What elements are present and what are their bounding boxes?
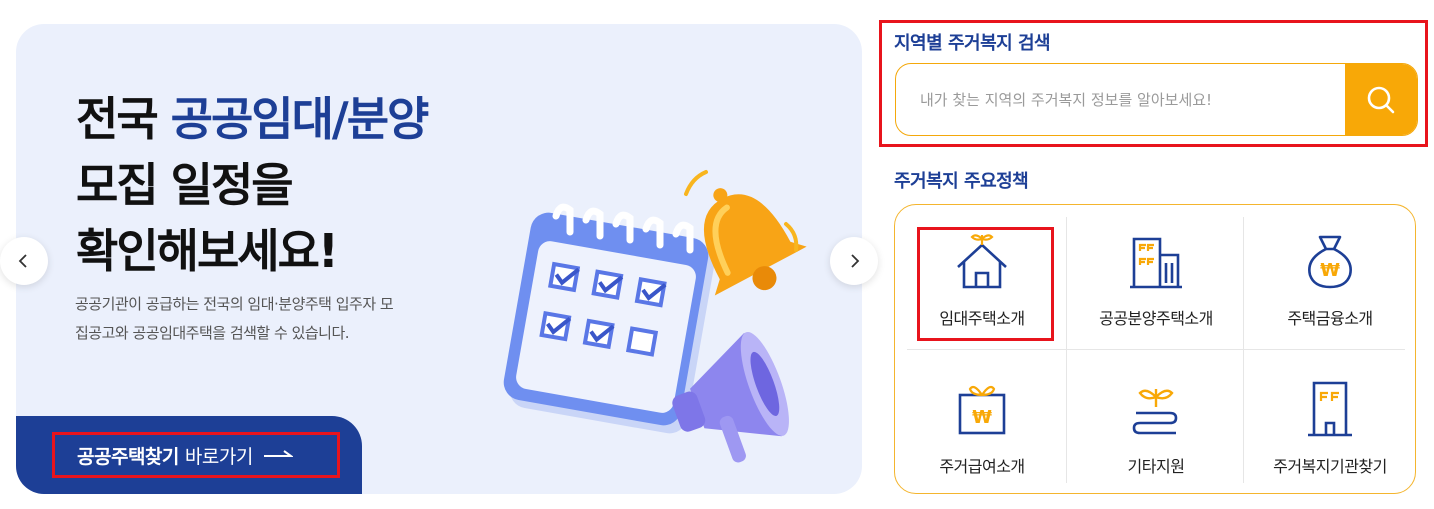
search-input[interactable]	[896, 64, 1344, 135]
headline-line-2: 모집 일정을	[76, 158, 294, 212]
headline-line-3: 확인해보세요!	[76, 224, 339, 278]
cta-link[interactable]: 공공주택찾기 바로가기	[52, 432, 340, 478]
headline-highlight: 공공임대/분양	[170, 92, 430, 146]
policy-label: 임대주택소개	[939, 309, 1025, 328]
policy-section-title: 주거복지 주요정책	[894, 171, 1029, 192]
policy-public-sale-housing[interactable]: 공공분양주택소개	[1069, 205, 1243, 349]
policy-other-support[interactable]: 기타지원	[1069, 349, 1243, 493]
arrow-right-icon	[263, 450, 293, 457]
policy-rental-housing[interactable]: 임대주택소개	[895, 205, 1069, 349]
svg-text:₩: ₩	[972, 407, 992, 428]
policy-label: 주거복지기관찾기	[1273, 457, 1387, 476]
cta-strong-label: 공공주택찾기	[77, 445, 179, 468]
policy-label: 주택금융소개	[1287, 309, 1373, 328]
policy-housing-finance[interactable]: ₩ 주택금융소개	[1243, 205, 1417, 349]
find-public-housing-cta[interactable]: 공공주택찾기 바로가기	[16, 416, 362, 494]
search-icon	[1367, 86, 1395, 113]
policy-label: 공공분양주택소개	[1099, 309, 1213, 328]
sprout-hands-icon	[1132, 389, 1178, 435]
chevron-right-icon	[851, 254, 860, 268]
policy-housing-benefit[interactable]: ₩ 주거급여소개	[895, 349, 1069, 493]
next-slide-button[interactable]	[830, 237, 878, 285]
chevron-left-icon	[18, 254, 27, 268]
headline-part-a: 전국	[76, 92, 171, 146]
calendar-bell-megaphone-illustration	[503, 170, 807, 463]
search-button[interactable]	[1345, 64, 1417, 135]
policy-find-welfare-agency[interactable]: 주거복지기관찾기	[1243, 349, 1417, 493]
promo-banner: 전국 공공임대/분양 모집 일정을 확인해보세요! 공공기관이 공급하는 전국의…	[16, 24, 862, 494]
cta-label: 바로가기	[184, 445, 253, 468]
buildings-icon	[1130, 237, 1182, 289]
office-building-icon	[1308, 381, 1352, 437]
banner-headline: 전국 공공임대/분양 모집 일정을 확인해보세요!	[76, 86, 496, 284]
policy-label: 기타지원	[1127, 457, 1185, 476]
svg-text:₩: ₩	[1320, 260, 1340, 281]
prev-slide-button[interactable]	[0, 237, 48, 285]
house-sprout-icon	[957, 234, 1007, 289]
search-title: 지역별 주거복지 검색	[894, 33, 1051, 54]
search-field	[895, 63, 1418, 136]
money-bag-won-icon: ₩	[1308, 235, 1352, 289]
gift-won-icon: ₩	[958, 385, 1006, 435]
policy-label: 주거급여소개	[939, 457, 1025, 476]
policy-panel: 임대주택소개 공공분양주택소개 ₩ 주택금융소개 ₩ 주거급여소개 기타지원 주…	[894, 204, 1416, 494]
region-search-section: 지역별 주거복지 검색	[879, 20, 1428, 147]
banner-description: 공공기관이 공급하는 전국의 임대·분양주택 입주자 모집공고와 공공임대주택을…	[75, 295, 394, 342]
